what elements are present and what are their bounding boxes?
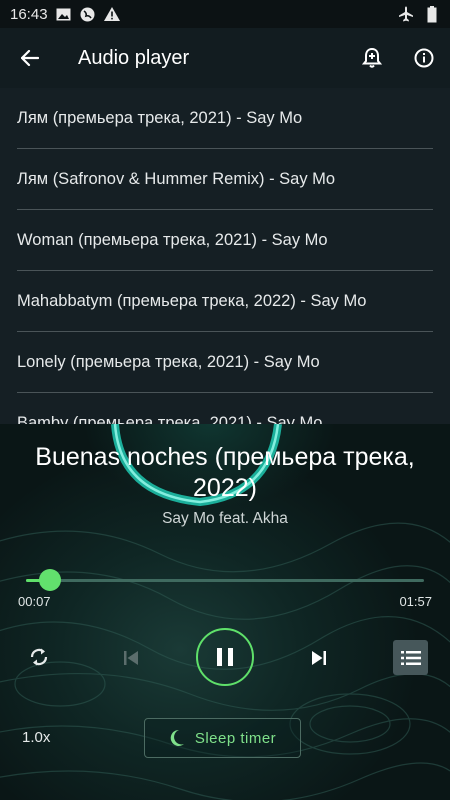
sleep-timer-label: Sleep timer [194, 729, 277, 747]
track-label: Lonely (премьера трека, 2021) - Say Mo [17, 352, 320, 371]
elapsed-time: 00:07 [18, 594, 51, 609]
arrow-back-icon [21, 50, 39, 66]
track-label: Woman (премьера трека, 2021) - Say Mo [17, 230, 328, 249]
seek-bar[interactable] [26, 579, 424, 582]
player-panel: Buenas noches (премьера трека, 2022) Say… [0, 424, 450, 800]
list-item[interactable]: Lonely (премьера трека, 2021) - Say Mo [17, 332, 433, 393]
sleep-timer-button[interactable]: Sleep timer [144, 718, 301, 758]
airplane-icon [398, 6, 414, 22]
list-item[interactable]: Лям (премьера трека, 2021) - Say Mo [17, 88, 433, 149]
page-title: Audio player [78, 46, 190, 69]
previous-button[interactable] [116, 643, 146, 673]
total-time: 01:57 [399, 594, 432, 609]
add-alarm-button[interactable] [346, 28, 398, 88]
track-label: Лям (премьера трека, 2021) - Say Mo [17, 108, 303, 127]
image-icon [56, 6, 72, 22]
now-playing-title: Buenas noches (премьера трека, 2022) [35, 443, 415, 502]
globe-icon [80, 6, 96, 22]
moon-icon [170, 729, 184, 746]
info-icon [414, 48, 434, 68]
track-list: Лям (премьера трека, 2021) - Say Mo Лям … [0, 88, 450, 424]
now-playing-artist: Say Mo feat. Akha [162, 510, 288, 527]
add-alarm-icon [362, 47, 382, 68]
skip-previous-icon [124, 651, 138, 665]
skip-next-icon [312, 651, 326, 665]
repeat-button[interactable] [24, 642, 54, 672]
pause-icon [217, 648, 233, 666]
status-time: 16:43 [10, 5, 48, 23]
list-icon [400, 650, 421, 665]
playback-speed-button[interactable]: 1.0x [22, 729, 50, 746]
battery-icon [424, 5, 440, 22]
app-bar: Audio player [0, 28, 450, 88]
back-button[interactable] [0, 28, 60, 88]
track-label: Лям (Safronov & Hummer Remix) - Say Mo [17, 169, 336, 188]
list-item[interactable]: Woman (премьера трека, 2021) - Say Mo [17, 210, 433, 271]
repeat-icon [30, 648, 48, 666]
playlist-button[interactable] [393, 640, 428, 675]
list-item[interactable]: Bamby (премьера трека, 2021) - Say Mo [17, 393, 433, 425]
info-button[interactable] [398, 28, 450, 88]
next-button[interactable] [304, 643, 334, 673]
list-item[interactable]: Лям (Safronov & Hummer Remix) - Say Mo [17, 149, 433, 210]
warning-icon [103, 6, 120, 22]
seek-thumb[interactable] [38, 569, 61, 591]
track-label: Bamby (премьера трека, 2021) - Say Mo [17, 413, 323, 425]
track-label: Mahabbatym (премьера трека, 2022) - Say … [17, 291, 367, 310]
status-bar: 16:43 [0, 0, 450, 28]
list-item[interactable]: Mahabbatym (премьера трека, 2022) - Say … [17, 271, 433, 332]
pause-button[interactable] [196, 628, 254, 686]
